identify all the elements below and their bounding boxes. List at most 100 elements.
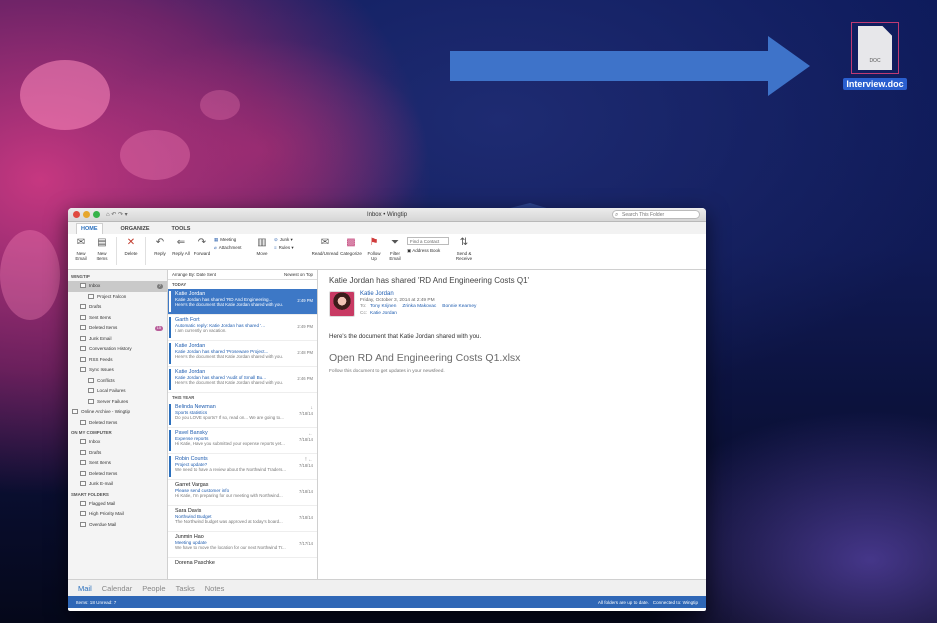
sort-order-dropdown[interactable]: Newest on Top bbox=[284, 272, 313, 277]
message-time: 7/18/14 bbox=[299, 437, 313, 442]
folder-icon bbox=[80, 419, 86, 425]
delete-button[interactable]: ✕ Delete bbox=[122, 237, 140, 256]
folder-label: Sync Issues bbox=[89, 367, 114, 372]
attachment-button[interactable]: ⌀ Attachment bbox=[214, 245, 250, 251]
nav-people[interactable]: People bbox=[142, 584, 165, 593]
message-preview: I am currently on vacation. bbox=[175, 328, 227, 333]
read-unread-button[interactable]: ✉ Read/Unread bbox=[312, 237, 339, 256]
folder-label: High Priority Mail bbox=[89, 511, 124, 516]
maximize-window-button[interactable] bbox=[93, 211, 100, 218]
nav-notes[interactable]: Notes bbox=[205, 584, 225, 593]
find-contact-input[interactable]: Find a Contact bbox=[407, 237, 449, 245]
folder-icon bbox=[80, 481, 86, 487]
nav-tasks[interactable]: Tasks bbox=[176, 584, 195, 593]
folder-item[interactable]: Deleted Items bbox=[68, 469, 167, 480]
folder-icon bbox=[80, 314, 86, 320]
folder-item[interactable]: Sent Items bbox=[68, 313, 167, 324]
open-document-link[interactable]: Open RD And Engineering Costs Q1.xlsx bbox=[329, 352, 695, 364]
folder-item[interactable]: Deleted Items 15 bbox=[68, 323, 167, 334]
message-row[interactable]: Sara Davis Northwind Budget The Northwind … bbox=[168, 506, 317, 532]
folder-icon bbox=[80, 283, 86, 289]
folder-item[interactable]: Sent Items bbox=[68, 458, 167, 469]
message-row[interactable]: Dorena Paschke bbox=[168, 558, 317, 579]
folder-icon bbox=[80, 449, 86, 455]
new-email-button[interactable]: ✉ New Email bbox=[72, 237, 90, 261]
folder-label: Local Failures bbox=[97, 388, 126, 393]
folder-item[interactable]: Flagged Mail bbox=[68, 499, 167, 510]
on-my-computer-header[interactable]: ON MY COMPUTER bbox=[68, 428, 167, 437]
desktop-file-label: Interview.doc bbox=[843, 78, 907, 90]
message-row[interactable]: Junmin Hao Meeting update We have to move … bbox=[168, 532, 317, 558]
ribbon-tabs: HOME ORGANIZE TOOLS bbox=[68, 222, 706, 234]
desktop-file-interview[interactable]: DOC Interview.doc bbox=[843, 22, 907, 90]
follow-document-text: Follow this document to get updates in y… bbox=[329, 369, 445, 374]
folder-item[interactable]: Server Failures bbox=[68, 397, 167, 408]
folder-label: Junk Email bbox=[89, 335, 112, 341]
close-window-button[interactable] bbox=[73, 211, 80, 218]
message-time: 7/18/14 bbox=[299, 463, 313, 468]
reply-all-button[interactable]: ⇐ Reply All bbox=[172, 237, 190, 256]
folder-label: Inbox bbox=[89, 283, 101, 288]
folder-label: Server Failures bbox=[97, 398, 129, 404]
folder-item[interactable]: Overdue Mail bbox=[68, 520, 167, 531]
new-items-button[interactable]: ▤ New Items bbox=[93, 237, 111, 261]
reply-button[interactable]: ↶ Reply bbox=[151, 237, 169, 256]
message-row[interactable]: Katie Jordan Katie Jordan has shared 'Pro… bbox=[168, 341, 317, 367]
send-receive-button[interactable]: ⇅ Send & Receive bbox=[452, 237, 476, 261]
folder-item[interactable]: High Priority Mail bbox=[68, 509, 167, 520]
rules-button[interactable]: ≡ Rules ▾ bbox=[274, 245, 310, 251]
message-row[interactable]: Pavel Bansky Expense reports Hi Katie, Hav… bbox=[168, 428, 317, 454]
arrange-by-dropdown[interactable]: Arrange By: Date Sent bbox=[172, 272, 216, 277]
tab-organize[interactable]: ORGANIZE bbox=[117, 224, 154, 234]
message-time: 7/18/14 bbox=[299, 515, 313, 520]
nav-calendar[interactable]: Calendar bbox=[102, 584, 132, 593]
recipient[interactable]: Zrinka Makovac bbox=[402, 304, 436, 309]
folder-icon bbox=[88, 377, 94, 383]
meeting-button[interactable]: ▦ Meeting bbox=[214, 237, 250, 243]
group-header-today[interactable]: TODAY bbox=[168, 280, 317, 289]
filter-email-button[interactable]: ⏷ Filter Email bbox=[386, 237, 404, 261]
folder-icon bbox=[80, 325, 86, 331]
folder-item[interactable]: Local Failures bbox=[68, 386, 167, 397]
folder-item[interactable]: Sync Issues bbox=[68, 365, 167, 376]
recipient[interactable]: Tony Krijnen bbox=[370, 304, 396, 309]
folder-item[interactable]: Drafts bbox=[68, 448, 167, 459]
message-row[interactable]: Garret Vargas Please send customer info Hi… bbox=[168, 480, 317, 506]
message-row[interactable]: Robin Counts Project update? We need to ha… bbox=[168, 454, 317, 480]
folder-item[interactable]: Conversation History bbox=[68, 344, 167, 355]
group-header-this-year[interactable]: THIS YEAR bbox=[168, 393, 317, 402]
message-status-icon: ↓ bbox=[310, 405, 314, 411]
folder-item[interactable]: Inbox bbox=[68, 437, 167, 448]
nav-mail[interactable]: Mail bbox=[78, 584, 92, 593]
tab-home[interactable]: HOME bbox=[76, 223, 103, 234]
message-row[interactable]: Garth Fort Automatic reply: Katie Jordan … bbox=[168, 315, 317, 341]
follow-up-button[interactable]: ⚑ Follow Up bbox=[365, 237, 383, 261]
folder-item[interactable]: Junk Email bbox=[68, 334, 167, 345]
message-row[interactable]: Katie Jordan Katie Jordan has shared 'Aud… bbox=[168, 367, 317, 393]
message-row[interactable]: Belinda Newman Sports statistics Do you LO… bbox=[168, 402, 317, 428]
address-book-button[interactable]: ▣ Address Book bbox=[407, 248, 449, 254]
folder-item[interactable]: Conflicts bbox=[68, 376, 167, 387]
account-header[interactable]: WINGTIP bbox=[68, 272, 167, 281]
junk-button[interactable]: ⊘ Junk ▾ bbox=[274, 237, 310, 243]
tab-tools[interactable]: TOOLS bbox=[168, 224, 195, 234]
move-button[interactable]: ▥ Move bbox=[253, 237, 271, 256]
folder-label: Conversation History bbox=[89, 346, 132, 351]
folder-item[interactable]: Inbox 7 bbox=[68, 281, 167, 292]
folder-item[interactable]: Project Falcon bbox=[68, 292, 167, 303]
forward-button[interactable]: ↷ Forward bbox=[193, 237, 211, 256]
sender-avatar[interactable] bbox=[329, 291, 355, 317]
smart-folders-header[interactable]: SMART FOLDERS bbox=[68, 490, 167, 499]
message-row[interactable]: Katie Jordan Katie Jordan has shared 'RD … bbox=[168, 289, 317, 315]
minimize-window-button[interactable] bbox=[83, 211, 90, 218]
search-folder-input[interactable]: ⌕ Search This Folder bbox=[612, 210, 700, 219]
quick-access-toolbar[interactable]: ⌂ ↶ ↷ ▾ bbox=[106, 208, 128, 222]
recipient[interactable]: Bonnie Kearney bbox=[442, 304, 476, 309]
recipient[interactable]: Katie Jordan bbox=[370, 311, 397, 316]
folder-item[interactable]: Drafts bbox=[68, 302, 167, 313]
folder-item[interactable]: Deleted Items bbox=[68, 418, 167, 429]
categorize-button[interactable]: ▩ Categorize bbox=[340, 237, 362, 256]
online-archive[interactable]: Online Archive - Wingtip bbox=[68, 407, 167, 418]
folder-item[interactable]: RSS Feeds bbox=[68, 355, 167, 366]
folder-item[interactable]: Junk E-mail bbox=[68, 479, 167, 490]
